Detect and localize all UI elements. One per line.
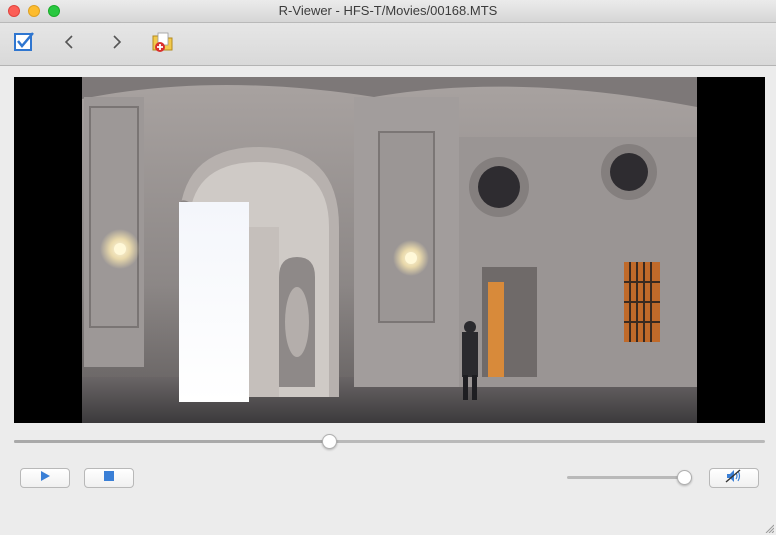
seek-progress <box>14 440 330 443</box>
seek-bar[interactable] <box>14 440 765 443</box>
seek-thumb[interactable] <box>321 433 337 449</box>
mute-button[interactable] <box>709 468 759 488</box>
play-icon <box>39 469 51 487</box>
video-frame[interactable] <box>14 77 765 423</box>
stop-icon <box>103 469 115 487</box>
add-to-recovery-button[interactable] <box>150 31 176 57</box>
video-image <box>14 77 765 423</box>
window-title: R-Viewer - HFS-T/Movies/00168.MTS <box>278 3 498 18</box>
speaker-muted-icon <box>725 468 743 488</box>
volume-slider[interactable] <box>567 476 692 479</box>
forward-button[interactable] <box>103 31 129 57</box>
chevron-left-icon <box>63 34 77 55</box>
play-button[interactable] <box>20 468 70 488</box>
chevron-right-icon <box>109 34 123 55</box>
resize-grip-icon[interactable] <box>764 523 774 533</box>
toolbar <box>0 23 776 66</box>
folder-add-icon <box>151 30 175 59</box>
back-button[interactable] <box>57 31 83 57</box>
title-bar: R-Viewer - HFS-T/Movies/00168.MTS <box>0 0 776 23</box>
select-toggle-button[interactable] <box>11 31 37 57</box>
checkbox-checked-icon <box>13 31 35 58</box>
volume-thumb[interactable] <box>677 469 692 485</box>
stop-button[interactable] <box>84 468 134 488</box>
